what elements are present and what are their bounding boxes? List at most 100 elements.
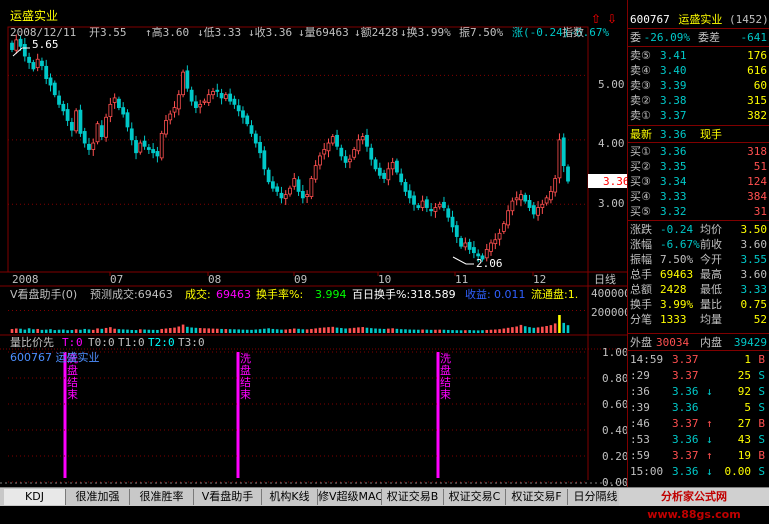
chart-area[interactable]: 洗盘结束洗盘结束洗盘结束 运盛实业 ⇧ ⇩ 2008/12/11 开3.55 ↑… [0, 0, 627, 487]
tick-row: :29 3.37 25 S [630, 368, 767, 383]
tick-vol: 25 [737, 369, 751, 382]
volume-bar [310, 328, 313, 333]
tick-row: :59 3.37 ↑ 19 B [630, 448, 767, 463]
candle-body [318, 155, 322, 166]
ask-vol: 382 [747, 109, 767, 122]
tick-row: :46 3.37 ↑ 27 B [630, 416, 767, 431]
volume-bar [476, 330, 480, 333]
chart-svg[interactable]: 洗盘结束洗盘结束洗盘结束 运盛实业 ⇧ ⇩ 2008/12/11 开3.55 ↑… [0, 0, 627, 487]
volume-bar [318, 327, 322, 333]
tab-0[interactable]: KDJ [4, 489, 66, 505]
stat-value-2: 52 [753, 313, 767, 326]
signals: 洗盘结束洗盘结束洗盘结束 [63, 352, 451, 478]
candle-body [31, 62, 36, 70]
tick-arrow: ↑ [706, 449, 713, 462]
bid-row: 买① 3.36 318 [630, 144, 767, 159]
volume-bar [464, 330, 467, 333]
volume-bar [369, 328, 373, 333]
website-banner[interactable]: 分析家公式网 www.88gs.com [619, 488, 769, 521]
scroll-down-icon[interactable]: ⇩ [607, 12, 617, 26]
tab-3[interactable]: V看盘助手 [194, 489, 262, 505]
tick-side: S [758, 401, 765, 414]
tab-5[interactable]: 修V超级MACD [318, 489, 382, 505]
candle-body [151, 149, 156, 154]
volume-bar [79, 329, 82, 333]
candle-body [553, 178, 558, 193]
candle-body [236, 105, 241, 112]
candle-body [420, 200, 425, 208]
candle-body [467, 241, 472, 250]
vol-deal-value: 69463 [216, 288, 251, 301]
bid-vol: 318 [747, 145, 767, 158]
volume-bar [374, 328, 377, 333]
volume-bar [130, 329, 134, 333]
candle-body [69, 122, 74, 131]
candle-body [189, 89, 194, 102]
candle-body [125, 112, 130, 128]
tick-side: S [758, 369, 765, 382]
candle-body [472, 247, 476, 254]
tab-7[interactable]: 权证交易C [444, 489, 506, 505]
tab-6[interactable]: 权证交易B [382, 489, 444, 505]
tick-side: B [758, 449, 765, 462]
tab-1[interactable]: 很准加强 [66, 489, 130, 505]
candle-body [245, 115, 250, 125]
tab-8[interactable]: 权证交易F [506, 489, 568, 505]
volume-bar [147, 329, 151, 333]
candle-body [146, 147, 151, 150]
ask-vol: 616 [747, 64, 767, 77]
volume-bar [10, 329, 14, 333]
tick-vol: 43 [737, 433, 751, 446]
price-tick-1: 4.00 [598, 137, 625, 150]
volume-bar [245, 329, 249, 333]
cmp-tick-0: 1.00 [602, 346, 627, 359]
candle-body [121, 107, 126, 115]
tick-time: :36 [630, 385, 650, 398]
ask-row: 卖① 3.37 382 [630, 108, 767, 123]
x-tick-4: 10 [378, 273, 391, 286]
candle-body [527, 200, 532, 208]
tick-price: 3.36 [672, 465, 699, 478]
bid-label: 买③ [630, 175, 651, 188]
candle-body [108, 103, 113, 118]
candle-body [330, 136, 335, 144]
bid-row: 买② 3.35 51 [630, 159, 767, 174]
last-value: 3.36 [660, 128, 687, 141]
vol-tick-1: 200000 [591, 306, 627, 319]
candle-body [292, 178, 297, 187]
volume-bar [314, 328, 317, 333]
volume-bar [62, 329, 65, 333]
candles [10, 34, 570, 263]
candle-body [399, 173, 404, 183]
candle-body [215, 89, 220, 92]
tick-time: :46 [630, 417, 650, 430]
quote-panel: 600767 运盛实业 (1452) 委 -26.09% 委差 -641 卖⑤ 3… [627, 0, 769, 487]
tick-time: :53 [630, 433, 650, 446]
scroll-up-icon[interactable]: ⇧ [591, 12, 601, 26]
volume-bar [207, 328, 211, 333]
header-index-label[interactable]: 指数 [562, 25, 584, 39]
volume-bar [545, 326, 548, 333]
tab-2[interactable]: 很准胜率 [130, 489, 194, 505]
stat-value: 3.99% [660, 298, 694, 311]
x-tick-1: 07 [110, 273, 123, 286]
x-unit-label[interactable]: 日线 [594, 272, 616, 286]
vol-deal-label: 成交: [185, 287, 211, 301]
volume-bar [151, 329, 155, 333]
candle-body [403, 181, 408, 192]
vol-float-label: 流通盘:1. [531, 287, 578, 301]
volume-bars [8, 310, 588, 333]
volume-bar [83, 328, 87, 333]
x-tick-5: 11 [455, 273, 468, 286]
volume-bar [173, 327, 176, 333]
vol-forecast: 预测成交:69463 [90, 287, 173, 301]
ask-label: 卖⑤ [630, 49, 651, 62]
volume-bar [429, 329, 433, 333]
volume-bar [515, 326, 518, 333]
tab-9[interactable]: 日分隔线 [568, 489, 624, 505]
candle-body [35, 58, 40, 69]
volume-bar [143, 329, 146, 333]
tab-4[interactable]: 机构K线 [262, 489, 318, 505]
tick-price: 3.37 [672, 417, 699, 430]
volume-bar [267, 328, 270, 333]
